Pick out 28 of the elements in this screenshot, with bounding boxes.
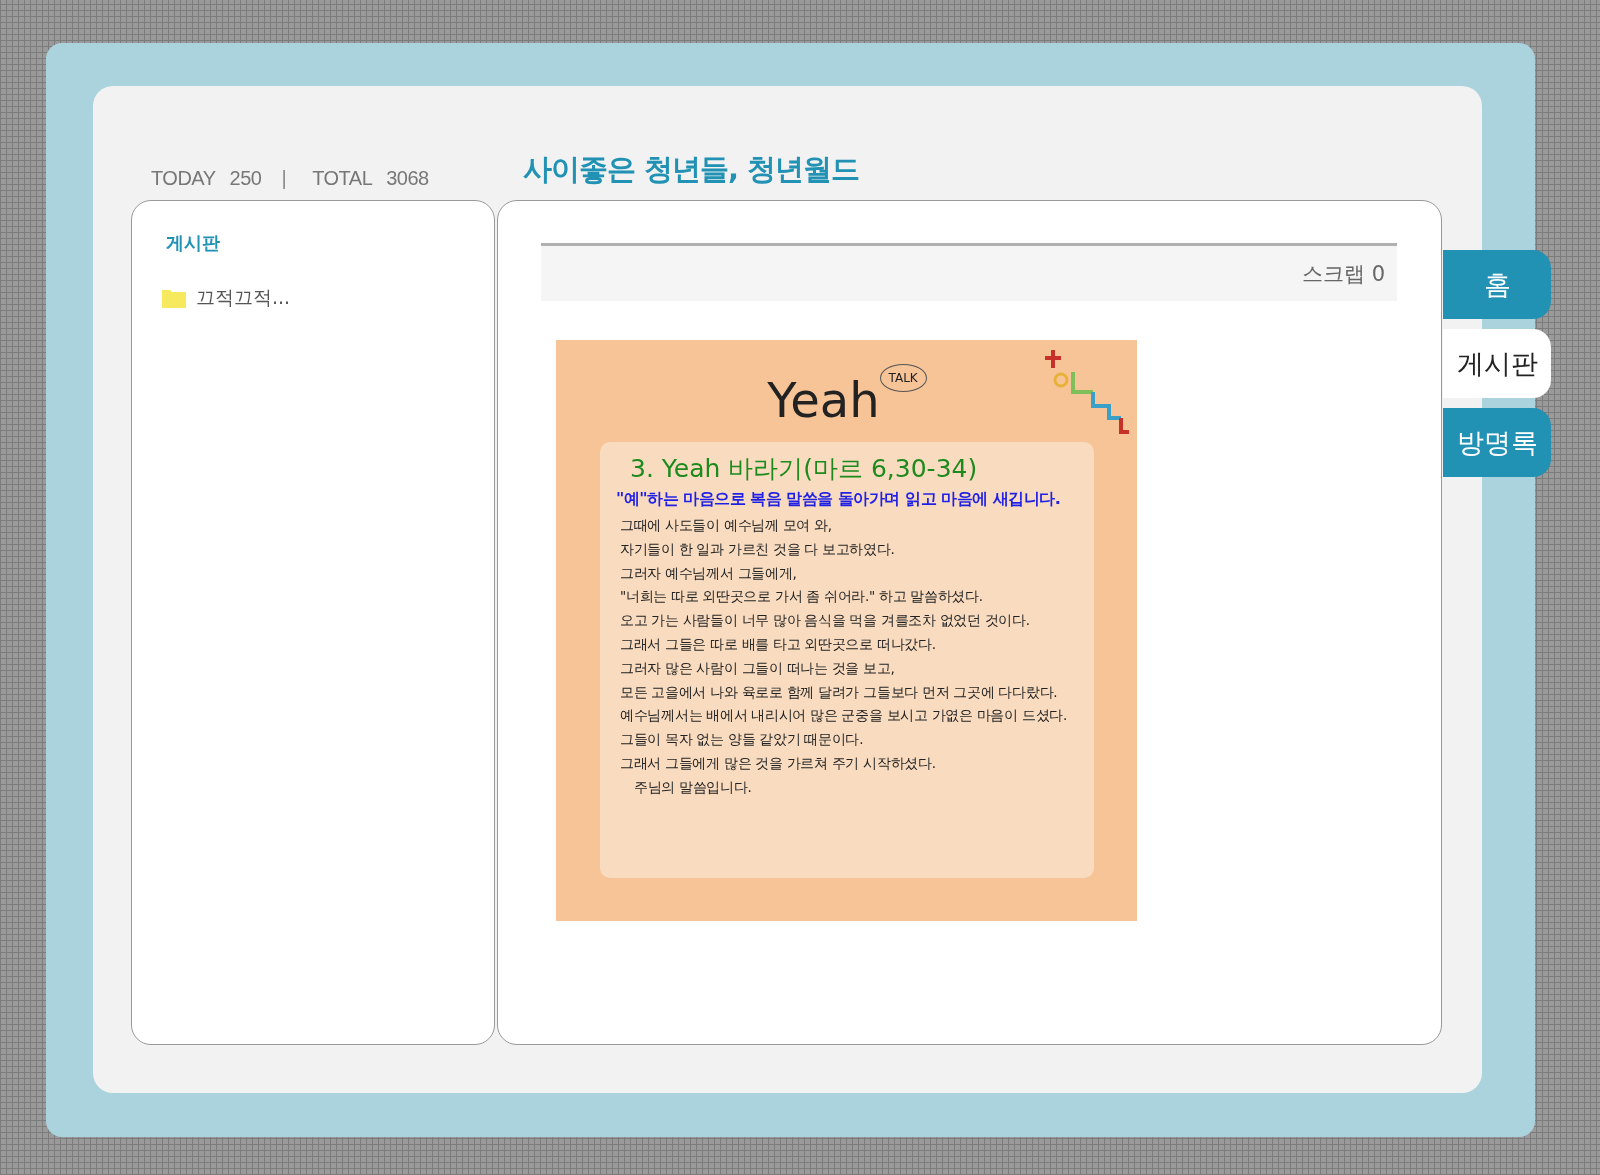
verse-line: 모든 고을에서 나와 육로로 함께 달려가 그들보다 먼저 그곳에 다다랐다. — [620, 682, 1059, 702]
closing-line: 주님의 말씀입니다. — [633, 777, 753, 797]
nav-tab[interactable]: 방명록 — [1443, 408, 1551, 477]
today-label: TODAY — [151, 167, 216, 190]
total-count: 3068 — [386, 167, 429, 190]
card-title: 3. Yeah 바라기(마르 6,30-34) — [629, 453, 979, 485]
verse-line: 그래서 그들은 따로 배를 타고 외딴곳으로 떠나갔다. — [620, 635, 937, 654]
verse-line: 그러자 예수님께서 그들에게, — [620, 563, 798, 583]
verse-line: 그때에 사도들이 예수님께 모여 와, — [620, 516, 833, 535]
sidebar-item[interactable]: 끄적끄적... — [196, 285, 291, 311]
card-subtitle: "예"하는 마음으로 복음 말씀을 돌아가며 읽고 마음에 새깁니다. — [616, 489, 1062, 510]
logo-wordmark: Yeah — [767, 372, 880, 428]
verse-line: 예수님께서는 배에서 내리시어 많은 군중을 보시고 가엾은 마음이 드셨다. — [620, 706, 1068, 726]
sidebar-heading: 게시판 — [166, 231, 221, 255]
nav-tab[interactable]: 홈 — [1443, 250, 1551, 319]
verse-line: 그래서 그들에게 많은 것을 가르쳐 주기 시작하셨다. — [620, 753, 937, 773]
verse-line: 오고 가는 사람들이 너무 많아 음식을 먹을 겨를조차 없었던 것이다. — [620, 611, 1031, 631]
counter-separator: | — [281, 167, 287, 190]
verse-line: 자기들이 한 일과 가르친 것을 다 보고하였다. — [620, 539, 896, 559]
nav-tab[interactable]: 게시판 — [1443, 329, 1551, 398]
total-label: TOTAL — [312, 167, 373, 190]
folder-icon — [162, 288, 186, 308]
scrap-count: 스크랩 0 — [1301, 260, 1385, 288]
site-title: 사이좋은 청년들, 청년월드 — [522, 151, 860, 188]
verse-line: 그러자 많은 사람이 그들이 떠나는 것을 보고, — [620, 658, 896, 678]
verse-line: 그들이 목자 없는 양들 같았기 때문이다. — [620, 730, 865, 750]
verse-line: "너희는 따로 외딴곳으로 가서 좀 쉬어라." 하고 말씀하셨다. — [620, 587, 984, 607]
today-count: 250 — [229, 167, 262, 190]
